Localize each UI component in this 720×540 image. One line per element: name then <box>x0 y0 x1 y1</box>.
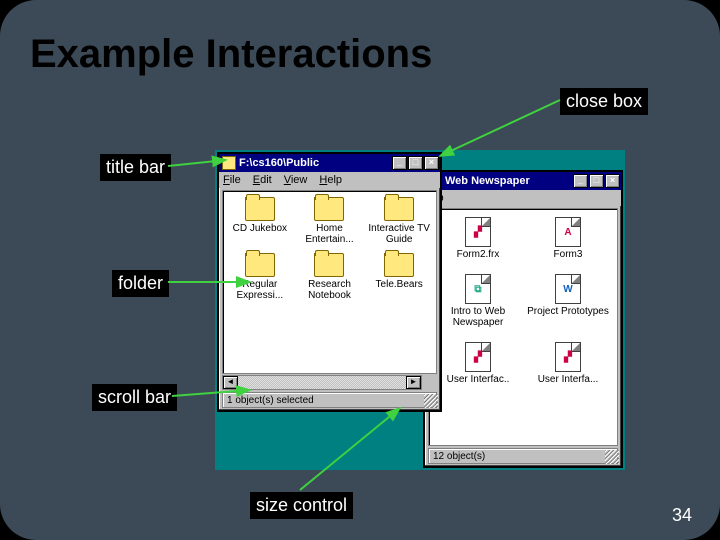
document-icon: ▞ <box>465 342 491 372</box>
titlebar-back[interactable]: Web Newspaper _ □ × <box>425 172 621 190</box>
document-icon: ▞ <box>555 342 581 372</box>
folder-item[interactable]: Home Entertain... <box>295 197 365 245</box>
document-icon: ⧉ <box>465 274 491 304</box>
annotation-title-bar: title bar <box>100 154 171 181</box>
file-item[interactable]: A Form3 <box>523 217 613 260</box>
file-label: User Interfac.. <box>447 374 510 385</box>
maximize-button[interactable]: □ <box>408 156 423 170</box>
scrollbar-horizontal[interactable]: ◄ ► <box>222 375 422 390</box>
file-label: User Interfa... <box>538 374 599 385</box>
menu-view[interactable]: View <box>284 174 308 186</box>
scroll-left-button[interactable]: ◄ <box>223 376 238 389</box>
folder-label: Regular Expressi... <box>225 279 295 301</box>
minimize-button[interactable]: _ <box>392 156 407 170</box>
folder-icon <box>245 197 275 221</box>
slide-title: Example Interactions <box>30 32 432 77</box>
statusbar-front: 1 object(s) selected <box>222 392 437 408</box>
status-text: 1 object(s) selected <box>227 395 314 406</box>
menubar-front[interactable]: FFileile Edit View Help <box>219 172 440 188</box>
file-label: Form3 <box>554 249 583 260</box>
annotation-scroll-bar: scroll bar <box>92 384 177 411</box>
folder-icon <box>314 253 344 277</box>
statusbar-back: 12 object(s) <box>428 448 618 464</box>
file-item[interactable]: ⧉Intro to Web Newspaper <box>433 274 523 328</box>
window-title-front: F:\cs160\Public <box>239 157 319 169</box>
window-back: Web Newspaper _ □ × elp ▞ Form2.frx A Form3… <box>423 170 623 468</box>
scroll-right-button[interactable]: ► <box>406 376 421 389</box>
folder-icon <box>384 253 414 277</box>
folder-label: CD Jukebox <box>233 223 287 234</box>
folder-icon <box>222 156 236 170</box>
folder-item[interactable]: CD Jukebox <box>225 197 295 245</box>
titlebar-front[interactable]: F:\cs160\Public _ □ × <box>219 154 440 172</box>
slide-background: Example Interactions close box title bar… <box>0 0 720 540</box>
file-label: Form2.frx <box>457 249 500 260</box>
file-label: Project Prototypes <box>527 306 609 317</box>
scroll-track[interactable] <box>238 376 406 389</box>
document-icon: W <box>555 274 581 304</box>
status-text: 12 object(s) <box>433 451 485 462</box>
window-body-front: CD Jukebox Home Entertain...Interactive T… <box>222 190 437 374</box>
file-item[interactable]: ▞ User Interfa... <box>523 342 613 385</box>
resize-grip-back[interactable] <box>605 450 619 464</box>
folder-label: Interactive TV Guide <box>364 223 434 245</box>
resize-grip-front[interactable] <box>424 394 438 408</box>
folder-label: Home Entertain... <box>295 223 365 245</box>
window-body-back: ▞Form2.frxAForm3⧉Intro to Web NewspaperW… <box>428 208 618 446</box>
folder-icon <box>245 253 275 277</box>
folder-label: Tele.Bears <box>376 279 423 290</box>
close-button[interactable]: × <box>605 174 620 188</box>
desktop-area: Web Newspaper _ □ × elp ▞ Form2.frx A Form3… <box>215 150 625 470</box>
annotation-folder: folder <box>112 270 169 297</box>
window-front: F:\cs160\Public _ □ × FFileile Edit View… <box>217 152 442 412</box>
maximize-button[interactable]: □ <box>589 174 604 188</box>
document-icon: A <box>555 217 581 247</box>
file-item[interactable]: ▞ Form2.frx <box>433 217 523 260</box>
menu-file[interactable]: FFileile <box>223 174 241 186</box>
window-title-back: Web Newspaper <box>445 175 530 187</box>
folder-label: Research Notebook <box>295 279 365 301</box>
folder-icon <box>314 197 344 221</box>
folder-item[interactable]: Interactive TV Guide <box>364 197 434 245</box>
file-item[interactable]: W Project Prototypes <box>523 274 613 328</box>
page-number: 34 <box>672 505 692 526</box>
menubar-back[interactable]: elp <box>425 190 621 206</box>
close-button[interactable]: × <box>424 156 439 170</box>
menu-edit[interactable]: Edit <box>253 174 272 186</box>
folder-item[interactable]: Regular Expressi... <box>225 253 295 301</box>
menu-help[interactable]: Help <box>319 174 342 186</box>
annotation-size-control: size control <box>250 492 353 519</box>
folder-item[interactable]: Research Notebook <box>295 253 365 301</box>
file-label: Intro to Web Newspaper <box>433 306 523 328</box>
minimize-button[interactable]: _ <box>573 174 588 188</box>
annotation-close-box: close box <box>560 88 648 115</box>
folder-icon <box>384 197 414 221</box>
folder-item[interactable]: Tele.Bears <box>364 253 434 301</box>
file-item[interactable]: ▞ User Interfac.. <box>433 342 523 385</box>
document-icon: ▞ <box>465 217 491 247</box>
